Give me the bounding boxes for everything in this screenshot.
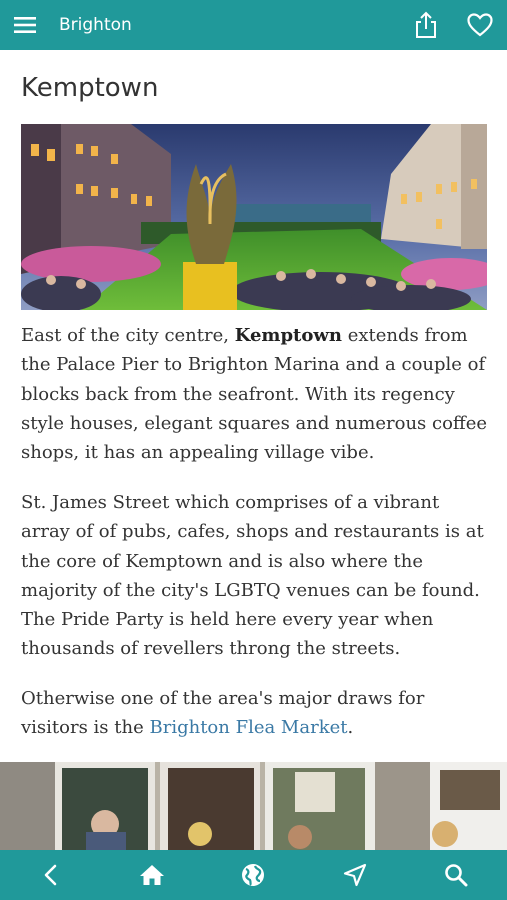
bottom-navigation-bar xyxy=(0,850,507,900)
globe-icon xyxy=(242,864,265,886)
paragraph-flea-market: Otherwise one of the area's major draws … xyxy=(21,684,491,743)
kemptown-hero-image xyxy=(21,124,487,310)
article-content: Kemptown East of the city centre, Kempto… xyxy=(0,50,507,850)
search-icon xyxy=(445,864,468,887)
navigate-button[interactable] xyxy=(325,850,385,900)
paragraph-intro-text: East of the city centre, xyxy=(21,325,235,346)
back-icon xyxy=(44,864,56,886)
page-title: Kemptown xyxy=(21,73,159,103)
back-button[interactable] xyxy=(21,850,81,900)
street-shops-image xyxy=(0,762,507,850)
share-icon xyxy=(416,11,436,38)
hamburger-menu-icon xyxy=(14,17,36,33)
search-button[interactable] xyxy=(426,850,486,900)
kemptown-bold: Kemptown xyxy=(234,325,342,346)
brighton-flea-market-link[interactable]: Brighton Flea Market xyxy=(149,717,347,738)
home-button[interactable] xyxy=(122,850,182,900)
paragraph-flea-period: . xyxy=(347,717,354,739)
share-button[interactable] xyxy=(399,0,453,50)
top-app-bar: Brighton xyxy=(0,0,507,50)
paragraph-intro: East of the city centre, Kemptown extend… xyxy=(21,321,491,467)
navigation-arrow-icon xyxy=(343,863,366,887)
heart-icon xyxy=(467,13,493,37)
menu-button[interactable] xyxy=(0,0,50,50)
favorite-button[interactable] xyxy=(453,0,507,50)
home-icon xyxy=(140,865,165,885)
map-globe-button[interactable] xyxy=(223,850,283,900)
paragraph-st-james-street: St. James Street which comprises of a vi… xyxy=(21,492,484,660)
app-title: Brighton xyxy=(59,15,132,35)
